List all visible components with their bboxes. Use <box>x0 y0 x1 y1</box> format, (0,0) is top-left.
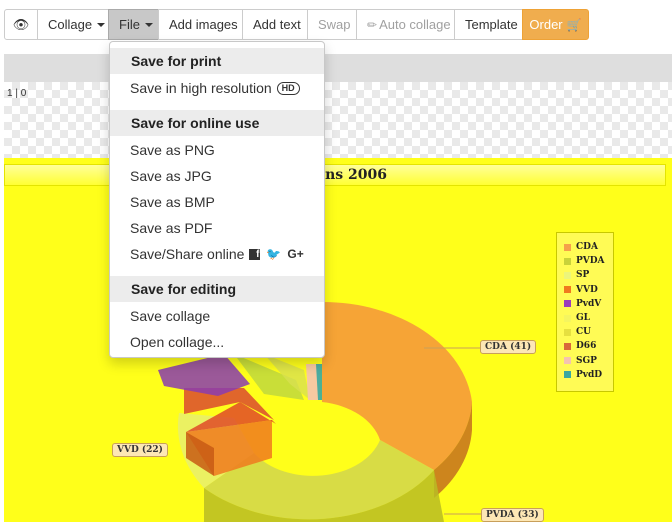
chevron-down-icon <box>144 22 153 27</box>
cda-callout: CDA (41) <box>480 340 537 354</box>
cda-slice <box>322 301 472 470</box>
legend-label: PvdV <box>576 298 602 309</box>
chevron-down-icon <box>97 22 106 27</box>
legend-label: GL <box>576 313 591 324</box>
chart-legend: CDA PVDA SP VVD PvdV GL CU D66 SGP PvdD <box>556 232 614 392</box>
canvas-coordinates: 1 | 0 <box>7 88 27 99</box>
legend-item: VVD <box>564 283 613 297</box>
legend-label: SP <box>576 270 590 281</box>
twitter-icon: 🐦 <box>266 247 282 261</box>
file-menu-button[interactable]: File <box>108 9 159 40</box>
template-label: Template <box>465 17 518 32</box>
save-as-png-item[interactable]: Save as PNG <box>110 137 324 163</box>
legend-item: D66 <box>564 339 613 353</box>
legend-swatch <box>564 271 571 279</box>
open-collage-item[interactable]: Open collage... <box>110 329 324 355</box>
save-as-pdf-item[interactable]: Save as PDF <box>110 215 324 241</box>
save-high-resolution-label: Save in high resolution <box>130 80 272 96</box>
add-text-label: Add text <box>253 17 301 32</box>
canvas-header-bar <box>4 54 672 82</box>
legend-swatch <box>564 328 571 336</box>
section-header-print: Save for print <box>110 48 324 74</box>
section-header-editing: Save for editing <box>110 276 324 302</box>
order-label: Order <box>529 17 563 32</box>
legend-item: CU <box>564 325 613 339</box>
legend-item: SGP <box>564 354 613 368</box>
legend-swatch <box>564 243 571 251</box>
legend-label: PvdD <box>576 369 603 380</box>
collage-menu-label: Collage <box>48 17 93 32</box>
pvda-callout: PVDA (33) <box>481 508 544 522</box>
legend-item: SP <box>564 268 613 282</box>
legend-swatch <box>564 342 571 350</box>
legend-label: SGP <box>576 355 597 366</box>
collage-editor: 👁 Collage File Add images Add text Swap … <box>0 0 672 522</box>
collage-image[interactable]: tions 2006 CDA PVDA SP VVD PvdV GL CU D6… <box>4 158 672 522</box>
collage-menu-button[interactable]: Collage <box>37 9 109 40</box>
file-dropdown-menu: Save for print Save in high resolution H… <box>109 41 325 358</box>
legend-swatch <box>564 286 571 294</box>
add-images-label: Add images <box>169 17 238 32</box>
eye-icon: 👁 <box>12 16 30 32</box>
swap-label: Swap <box>318 17 351 32</box>
file-menu-label: File <box>119 17 140 32</box>
template-button[interactable]: Template <box>454 9 523 40</box>
hd-badge: HD <box>276 81 300 95</box>
save-as-jpg-item[interactable]: Save as JPG <box>110 163 324 189</box>
legend-item: PVDA <box>564 254 613 268</box>
legend-item: CDA <box>564 240 613 254</box>
legend-swatch <box>564 371 571 379</box>
legend-item: PvdD <box>564 368 613 382</box>
facebook-icon: f <box>249 248 261 260</box>
legend-item: GL <box>564 311 613 325</box>
save-high-resolution-item[interactable]: Save in high resolution HD <box>110 75 324 101</box>
legend-item: PvdV <box>564 297 613 311</box>
legend-swatch <box>564 314 571 322</box>
add-images-button[interactable]: Add images <box>158 9 243 40</box>
order-button[interactable]: Order 🛒 <box>522 9 589 40</box>
save-share-online-label: Save/Share online <box>130 246 245 262</box>
legend-label: CU <box>576 327 592 338</box>
save-share-online-item[interactable]: Save/Share online f 🐦 G+ <box>110 241 324 267</box>
shopping-cart-icon: 🛒 <box>566 17 582 32</box>
legend-label: PVDA <box>576 256 605 267</box>
swap-button[interactable]: Swap <box>307 9 357 40</box>
save-as-bmp-item[interactable]: Save as BMP <box>110 189 324 215</box>
legend-swatch <box>564 357 571 365</box>
add-text-button[interactable]: Add text <box>242 9 308 40</box>
social-icons: f 🐦 G+ <box>249 247 304 261</box>
toolbar: 👁 Collage File Add images Add text Swap … <box>4 9 589 40</box>
legend-swatch <box>564 300 571 308</box>
legend-swatch <box>564 257 571 265</box>
preview-button[interactable]: 👁 <box>4 9 38 40</box>
save-collage-item[interactable]: Save collage <box>110 303 324 329</box>
auto-collage-button[interactable]: ✏ Auto collage <box>356 9 455 40</box>
legend-label: VVD <box>576 284 598 295</box>
legend-label: D66 <box>576 341 597 352</box>
vvd-callout: VVD (22) <box>112 443 168 457</box>
transparent-canvas-area <box>4 82 672 158</box>
magic-wand-icon: ✏ <box>367 17 378 32</box>
section-header-online: Save for online use <box>110 110 324 136</box>
google-plus-icon: G+ <box>287 247 304 261</box>
auto-collage-label: Auto collage <box>379 17 451 32</box>
legend-label: CDA <box>576 242 598 253</box>
